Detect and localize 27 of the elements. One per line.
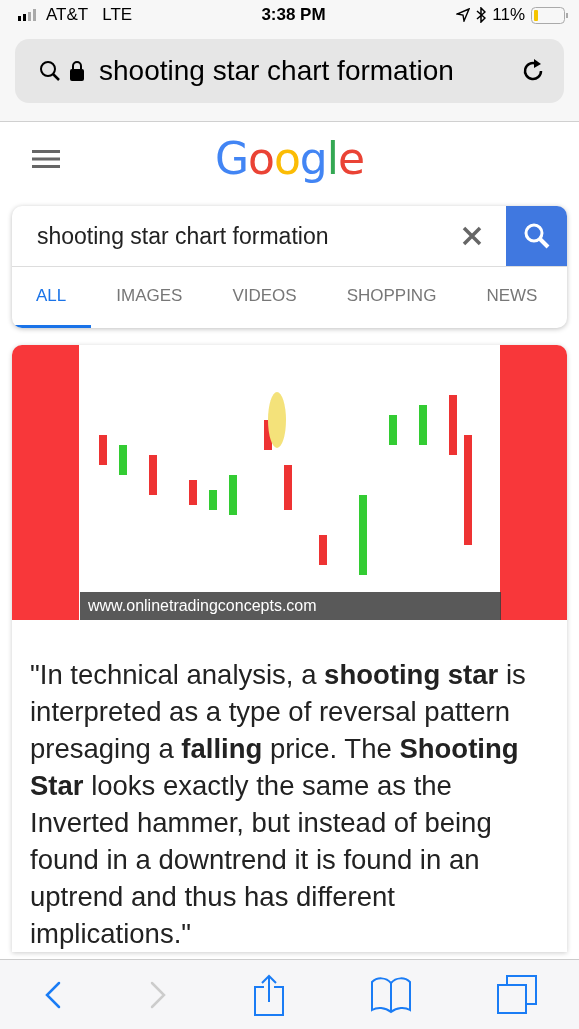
battery-percent: 11% [492, 5, 525, 25]
logo[interactable]: Google [214, 132, 365, 184]
snippet-text: "In technical analysis, a shooting star is interpreted as a type of reversal pattern presaging a falling price. The Shooting Star looks exactly the same as the Inverted hammer, but instead of being found in a downtrend it is found in an uptrend and thus has different implications." [29, 658, 527, 951]
tab[interactable]: NEWS [461, 267, 563, 328]
tab[interactable]: IMAGES [91, 267, 208, 328]
bookmarks-button[interactable] [369, 975, 412, 1014]
battery-icon [531, 6, 569, 24]
share-button[interactable] [252, 973, 285, 1016]
search-button[interactable] [506, 206, 567, 266]
carrier: AT&T [46, 5, 89, 25]
search-icon [39, 60, 61, 82]
clock: 3:38 PM [261, 5, 326, 25]
lock-icon [69, 60, 85, 82]
network-type: LTE [102, 5, 133, 25]
source-caption[interactable]: www.onlinetradingconcepts.com [80, 592, 501, 620]
close-icon [462, 226, 482, 246]
tab[interactable]: VIDEOS [207, 267, 322, 328]
tabs-button[interactable] [496, 974, 537, 1015]
url-text: shooting star chart formation [99, 55, 455, 87]
bluetooth-icon [476, 7, 487, 23]
tab[interactable]: ALL [12, 267, 92, 328]
search-icon [522, 222, 551, 250]
address-bar[interactable]: shooting star chart formation [15, 39, 564, 103]
menu-icon[interactable] [32, 150, 60, 168]
tab[interactable]: SHOPPING [321, 267, 462, 328]
location-icon [456, 8, 471, 22]
search-field[interactable]: shooting star chart formation [12, 222, 452, 250]
